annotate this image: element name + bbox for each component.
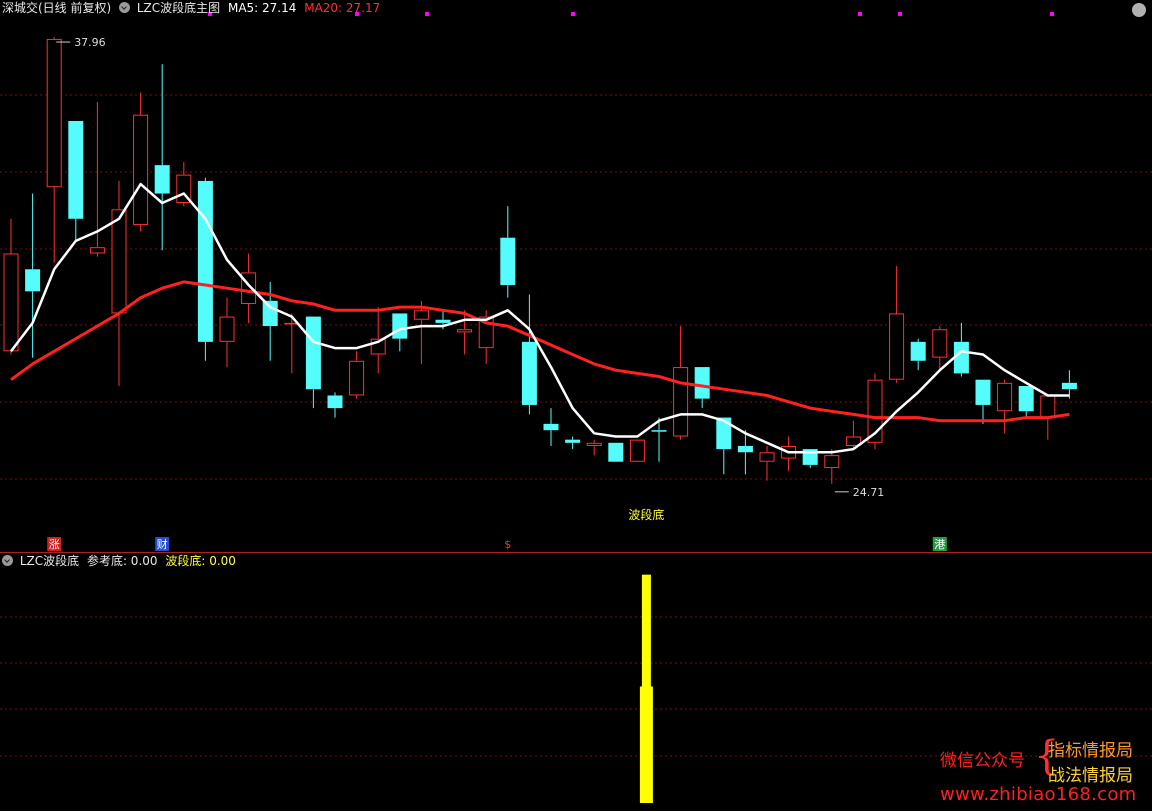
candle-body-up: [759, 452, 775, 462]
top-marker: [1050, 12, 1054, 16]
sub-indicator-menu-icon[interactable]: [2, 555, 13, 566]
event-badge-label: 港: [934, 538, 945, 551]
candle-body-down: [197, 180, 213, 342]
candle-body-down: [1061, 382, 1077, 390]
expand-button[interactable]: [1132, 3, 1146, 17]
high-price-label: 37.96: [74, 36, 106, 49]
candle-body-down: [435, 319, 451, 323]
watermark-wechat: 微信公众号: [940, 751, 1025, 771]
candle-body-down: [543, 423, 559, 431]
candle-body-up: [586, 442, 602, 446]
candle-body-down: [716, 417, 732, 450]
candle-body-down: [25, 269, 41, 292]
ma5-label: MA5: 27.14: [227, 1, 297, 15]
wave-bottom-label: 波段底: 0.00: [165, 554, 236, 568]
candle-body-up: [46, 38, 62, 188]
indicator-name[interactable]: LZC波段底主图: [137, 1, 220, 15]
chart-stage: 37.96 24.71 波段底涨 财 $ 港 深城交(日线 前复权) LZC波段底主图 M…: [0, 0, 1152, 811]
candle-body-down: [500, 237, 516, 286]
candle-body-down: [154, 165, 170, 194]
candle-body-down: [953, 341, 969, 374]
candle-body-up: [932, 329, 948, 358]
wave-bottom-bar: [639, 686, 653, 803]
top-marker: [898, 12, 902, 16]
candle-body-up: [219, 316, 235, 342]
candle-body-down: [975, 379, 991, 405]
ma20-label: MA20: 27.17: [304, 1, 381, 15]
candle-body-down: [305, 316, 321, 390]
ma5-line: [10, 182, 1070, 454]
candle-body-up: [629, 439, 645, 462]
candle-body-down: [392, 313, 408, 339]
candle-body-down: [521, 341, 537, 405]
event-badge-label: 涨: [49, 538, 60, 551]
candle-body-up: [3, 253, 19, 352]
candle-body-down: [694, 367, 710, 399]
candle-body-up: [413, 310, 429, 320]
ref-bottom-label: 参考底: 0.00: [86, 554, 158, 568]
candle-body-down: [262, 300, 278, 327]
candle-body-up: [133, 114, 149, 226]
sub-header: LZC波段底 参考底: 0.00 波段底: 0.00: [2, 554, 236, 568]
event-badge-label: 财: [157, 537, 168, 551]
top-marker: [858, 12, 862, 16]
candle-body-up: [89, 247, 105, 254]
candle-body-down: [565, 439, 581, 443]
candle-body-up: [457, 329, 473, 333]
indicator-menu-icon[interactable]: [119, 2, 131, 13]
top-marker: [425, 12, 429, 16]
candle-body-down: [68, 120, 84, 219]
candle-body-down: [651, 430, 667, 432]
candle-body-up: [889, 313, 905, 380]
watermark-line2: 指标情报局: [1048, 741, 1133, 761]
candle-body-up: [1040, 395, 1056, 418]
candle-body-up: [349, 360, 365, 396]
wave-bottom-annotation: 波段底: [628, 507, 664, 522]
candle-body-down: [910, 341, 926, 361]
top-marker: [571, 12, 575, 16]
price-chart-svg: 37.96 24.71 波段底涨 财 $ 港: [0, 12, 1152, 803]
main-header: 深城交(日线 前复权) LZC波段底主图 MA5: 27.14 MA20: 27…: [2, 1, 380, 15]
candle-body-down: [1018, 386, 1034, 412]
stock-title: 深城交(日线 前复权): [2, 1, 112, 15]
watermark-line3: 战法情报局: [1048, 766, 1133, 786]
candle-body-down: [737, 445, 753, 453]
event-badge-label: $: [504, 538, 511, 551]
watermark-url: www.zhibiao168.com: [940, 784, 1137, 805]
candle-body-up: [997, 382, 1013, 412]
candle-body-down: [327, 395, 343, 409]
low-price-label: 24.71: [853, 486, 885, 499]
candle-body-up: [111, 209, 127, 314]
sub-indicator-name[interactable]: LZC波段底: [20, 554, 79, 568]
candle-body-down: [608, 442, 624, 462]
candle-body-up: [824, 455, 840, 469]
candle-body-up: [673, 367, 689, 437]
